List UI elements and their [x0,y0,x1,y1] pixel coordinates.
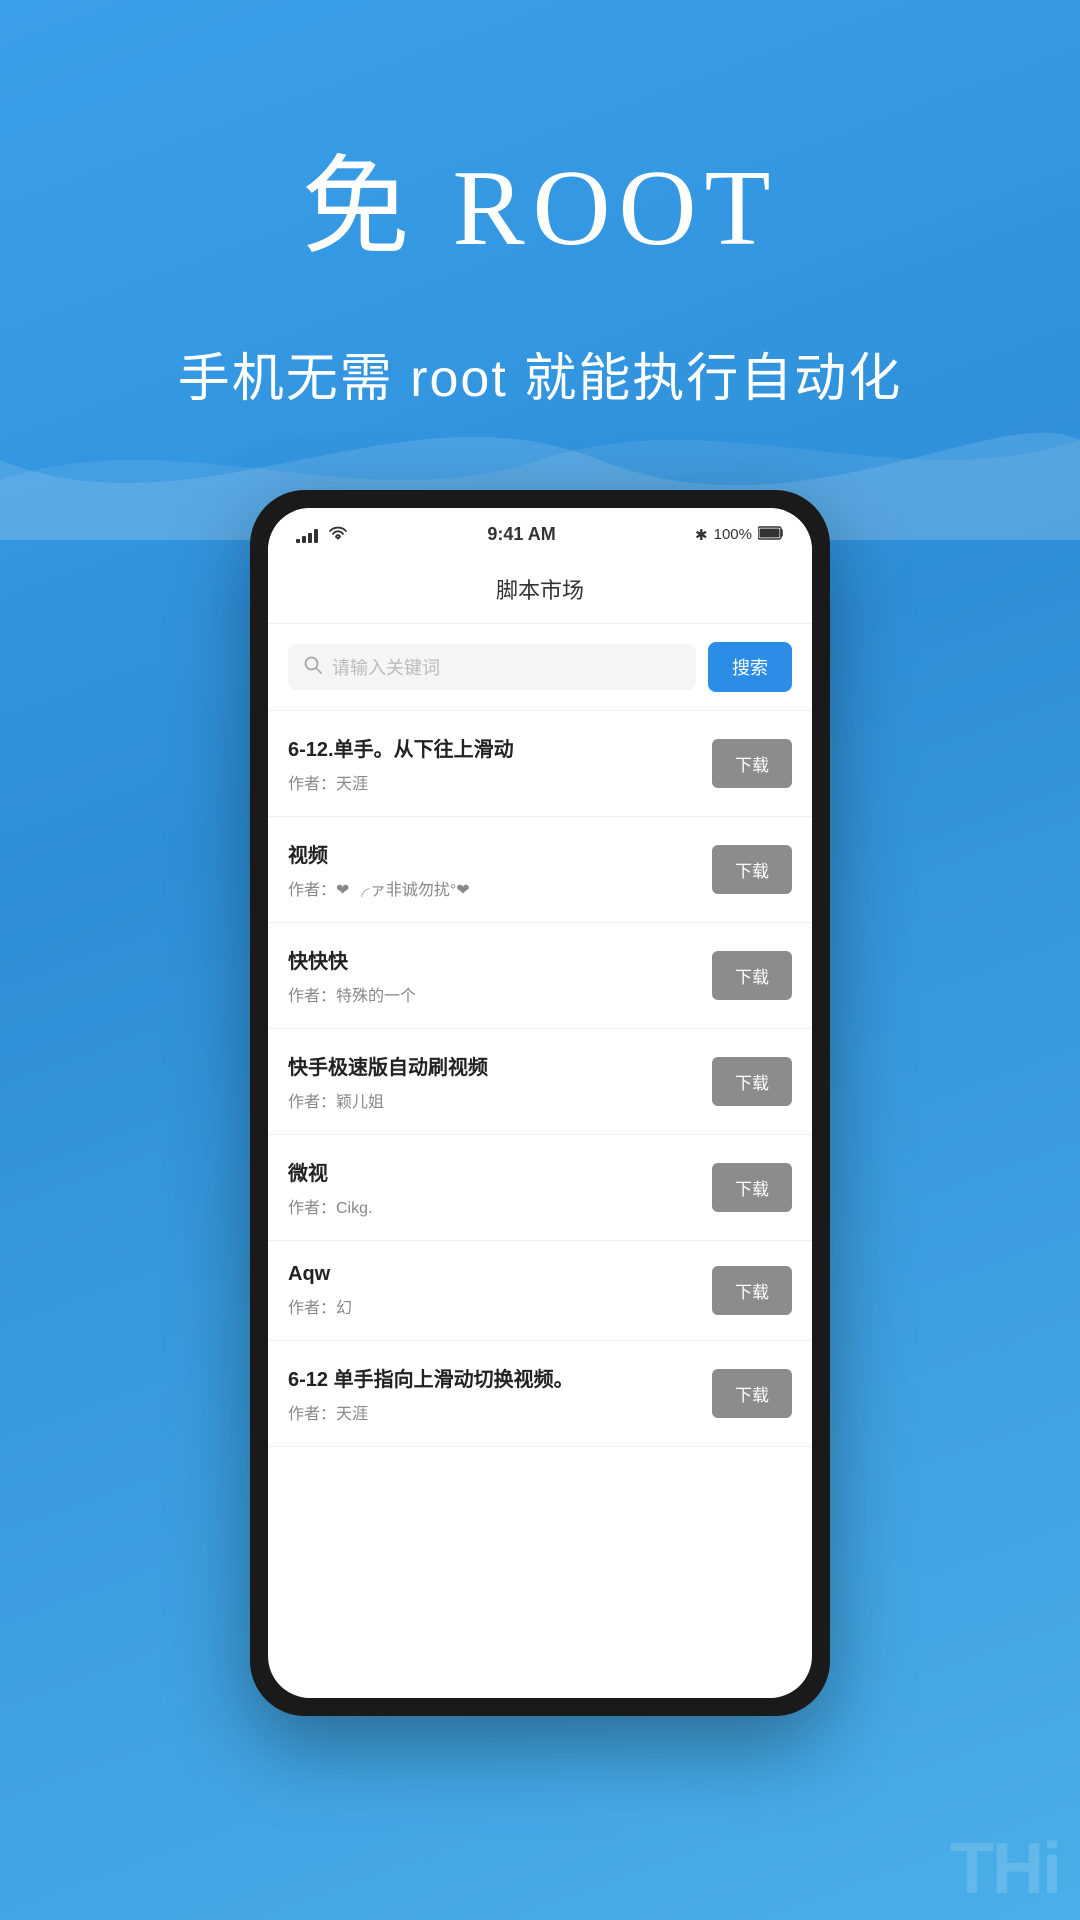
battery-icon [758,526,784,544]
script-info: 6-12.单手。从下往上滑动作者：天涯 [288,733,696,794]
hero-section: 免 ROOT 手机无需 root 就能执行自动化 [0,0,1080,411]
list-item: 快手极速版自动刷视频作者：颖儿姐下载 [268,1029,812,1135]
phone-mockup: 9:41 AM ✱ 100% 脚本市场 [250,490,830,1716]
hero-title: 免 ROOT [0,120,1080,276]
list-item: 视频作者：❤ ╭ァ非诚勿扰°❤ 下载 [268,817,812,923]
script-author: 作者：特殊的一个 [288,982,696,1006]
search-button[interactable]: 搜索 [708,642,792,692]
script-author: 作者：天涯 [288,1400,696,1424]
search-icon [304,656,322,679]
script-name: 6-12.单手。从下往上滑动 [288,733,696,762]
script-info: 快手极速版自动刷视频作者：颖儿姐 [288,1051,696,1112]
phone-screen: 9:41 AM ✱ 100% 脚本市场 [268,508,812,1698]
download-button[interactable]: 下载 [712,739,792,788]
list-item: 快快快作者：特殊的一个下载 [268,923,812,1029]
script-list: 6-12.单手。从下往上滑动作者：天涯下载视频作者：❤ ╭ァ非诚勿扰°❤下载快快… [268,711,812,1447]
list-item: 微视作者：Cikg. 下载 [268,1135,812,1241]
script-name: 视频 [288,839,696,868]
status-bar: 9:41 AM ✱ 100% [268,508,812,553]
script-info: 微视作者：Cikg. [288,1157,696,1218]
download-button[interactable]: 下载 [712,951,792,1000]
script-name: Aqw [288,1263,696,1286]
download-button[interactable]: 下载 [712,1369,792,1418]
script-name: 6-12 单手指向上滑动切换视频。 [288,1363,696,1392]
script-author: 作者：❤ ╭ァ非诚勿扰°❤ [288,876,696,900]
phone-frame: 9:41 AM ✱ 100% 脚本市场 [250,490,830,1716]
signal-icon [296,527,318,543]
script-info: 视频作者：❤ ╭ァ非诚勿扰°❤ [288,839,696,900]
list-item: Aqw 作者：幻下载 [268,1241,812,1341]
bluetooth-icon: ✱ [695,526,708,544]
script-name: 快快快 [288,945,696,974]
script-info: 6-12 单手指向上滑动切换视频。作者：天涯 [288,1363,696,1424]
status-right: ✱ 100% [695,526,784,544]
script-author: 作者：天涯 [288,770,696,794]
search-bar: 请输入关键词 搜索 [268,624,812,711]
script-name: 快手极速版自动刷视频 [288,1051,696,1080]
script-info: Aqw 作者：幻 [288,1263,696,1318]
wifi-icon [328,524,348,545]
bottom-watermark: THi [930,1818,1080,1920]
download-button[interactable]: 下载 [712,1057,792,1106]
list-item: 6-12.单手。从下往上滑动作者：天涯下载 [268,711,812,817]
search-input-wrapper[interactable]: 请输入关键词 [288,644,696,690]
search-placeholder: 请输入关键词 [332,654,440,680]
script-author: 作者：颖儿姐 [288,1088,696,1112]
script-name: 微视 [288,1157,696,1186]
app-title: 脚本市场 [268,553,812,624]
status-left [296,524,348,545]
battery-percent: 100% [714,526,752,543]
download-button[interactable]: 下载 [712,1266,792,1315]
download-button[interactable]: 下载 [712,845,792,894]
list-item: 6-12 单手指向上滑动切换视频。作者：天涯下载 [268,1341,812,1447]
status-time: 9:41 AM [487,524,555,545]
script-author: 作者：Cikg. [288,1194,696,1218]
script-author: 作者：幻 [288,1294,696,1318]
script-info: 快快快作者：特殊的一个 [288,945,696,1006]
download-button[interactable]: 下载 [712,1163,792,1212]
